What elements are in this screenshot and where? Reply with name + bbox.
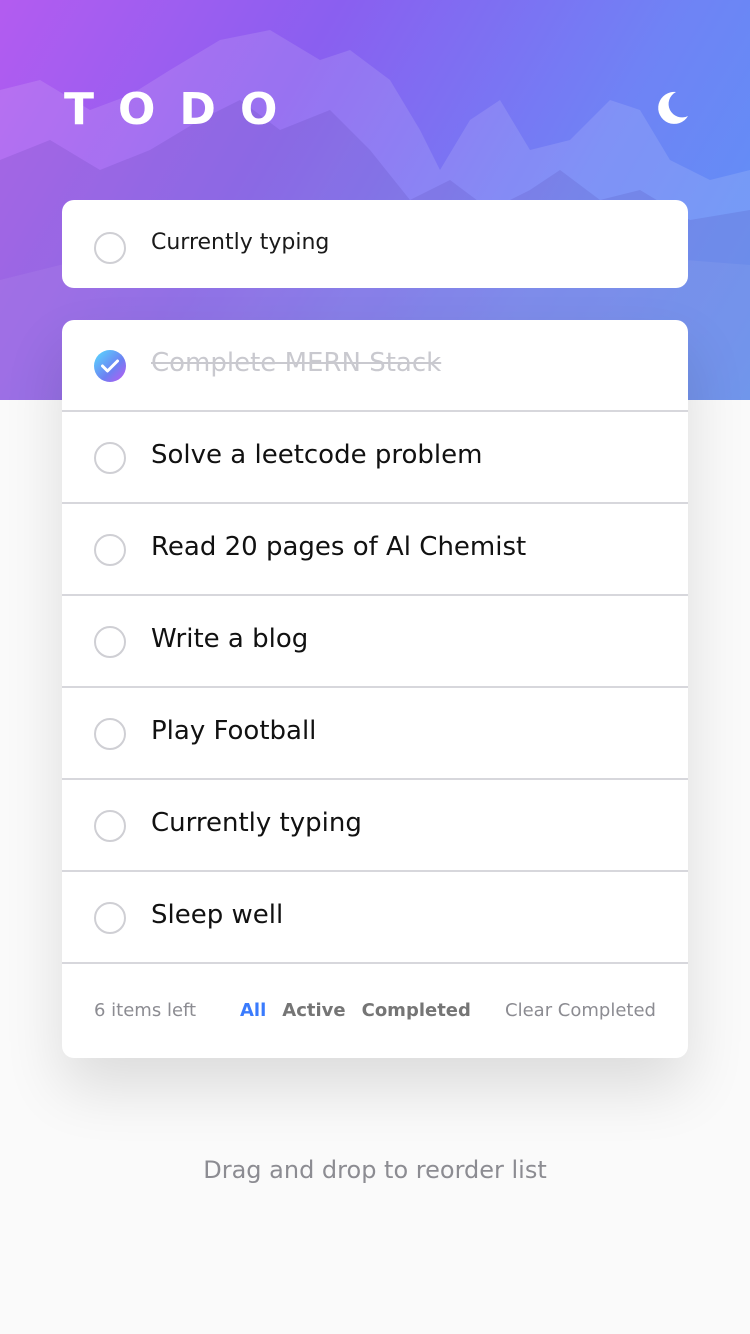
todo-text: Currently typing [151, 808, 362, 838]
filter-group: All Active Completed [240, 1000, 471, 1021]
todo-checkbox[interactable] [94, 442, 126, 474]
todo-item[interactable]: Write a blog [62, 596, 688, 688]
theme-toggle-button[interactable] [652, 88, 692, 128]
items-left-count: 6 items left [94, 1000, 197, 1021]
todo-item[interactable]: Currently typing [62, 780, 688, 872]
todo-checkbox[interactable] [94, 902, 126, 934]
todo-item[interactable]: Complete MERN Stack [62, 320, 688, 412]
filter-all[interactable]: All [240, 1000, 266, 1021]
todo-text: Play Football [151, 716, 317, 746]
todo-item[interactable]: Solve a leetcode problem [62, 412, 688, 504]
check-icon [101, 359, 119, 373]
app-title: TODO [64, 84, 302, 135]
todo-text: Read 20 pages of Al Chemist [151, 532, 527, 562]
new-todo-checkbox[interactable] [94, 232, 126, 264]
todo-checkbox[interactable] [94, 626, 126, 658]
todo-text: Write a blog [151, 624, 309, 654]
todo-checkbox-checked[interactable] [94, 350, 126, 382]
new-todo-card [62, 200, 688, 288]
moon-icon [658, 91, 688, 124]
todo-item[interactable]: Play Football [62, 688, 688, 780]
todo-item[interactable]: Read 20 pages of Al Chemist [62, 504, 688, 596]
todo-text: Solve a leetcode problem [151, 440, 483, 470]
todo-text: Sleep well [151, 900, 284, 930]
todo-checkbox[interactable] [94, 534, 126, 566]
todo-checkbox[interactable] [94, 810, 126, 842]
reorder-hint: Drag and drop to reorder list [203, 1156, 547, 1184]
clear-completed-button[interactable]: Clear Completed [505, 1000, 656, 1021]
list-footer: 6 items left All Active Completed Clear … [62, 964, 688, 1056]
filter-completed[interactable]: Completed [362, 1000, 471, 1021]
todo-item[interactable]: Sleep well [62, 872, 688, 964]
filter-active[interactable]: Active [282, 1000, 345, 1021]
todo-list: Complete MERN Stack Solve a leetcode pro… [62, 320, 688, 1058]
todo-text: Complete MERN Stack [151, 348, 442, 378]
new-todo-input[interactable] [151, 222, 651, 262]
todo-checkbox[interactable] [94, 718, 126, 750]
